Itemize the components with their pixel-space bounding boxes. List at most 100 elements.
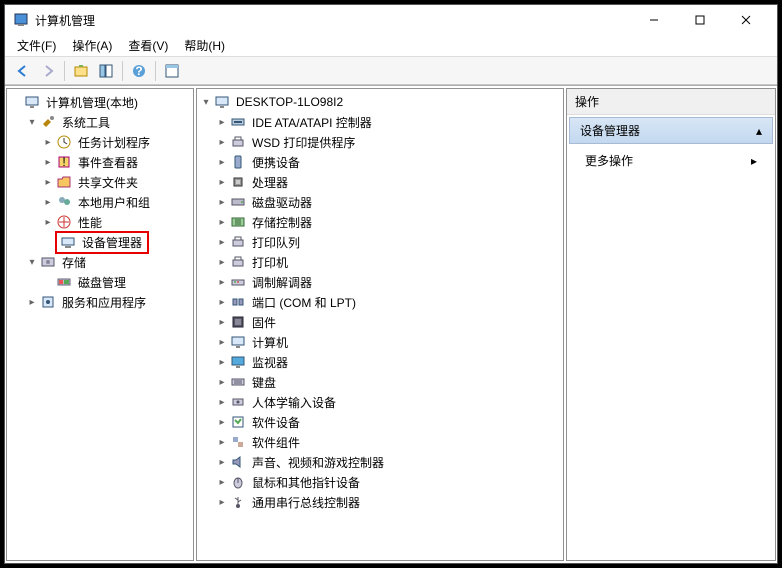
expander-icon[interactable]: ▸: [41, 215, 55, 229]
close-button[interactable]: [723, 5, 769, 35]
device-category-label: 通用串行总线控制器: [249, 493, 363, 512]
device-category[interactable]: ▸人体学输入设备: [199, 392, 561, 412]
tree-item-label: 任务计划程序: [75, 133, 153, 152]
expander-icon[interactable]: ▸: [215, 235, 229, 249]
expander-icon[interactable]: ▸: [215, 215, 229, 229]
collapse-icon[interactable]: ▴: [756, 124, 762, 138]
expander-icon[interactable]: ▸: [215, 175, 229, 189]
expander-icon[interactable]: ▸: [215, 155, 229, 169]
expander-icon[interactable]: ▸: [41, 135, 55, 149]
expander-icon[interactable]: ▸: [215, 335, 229, 349]
tree-item-performance[interactable]: ▸ 性能: [9, 212, 191, 232]
device-category[interactable]: ▸ 通用串行总线控制器: [199, 492, 561, 512]
expander-icon[interactable]: ▸: [41, 195, 55, 209]
device-category[interactable]: ▸ 调制解调器: [199, 272, 561, 292]
device-category[interactable]: ▸ 处理器: [199, 172, 561, 192]
expander-icon[interactable]: ▸: [215, 295, 229, 309]
device-category[interactable]: ▸打印队列: [199, 232, 561, 252]
expander-icon[interactable]: ▸: [215, 255, 229, 269]
content-area: 计算机管理(本地) ▾ 系统工具 ▸ 任务计划程序 ▸ ! 事件查看器: [5, 85, 777, 563]
device-category[interactable]: ▸打印机: [199, 252, 561, 272]
expander-icon[interactable]: ▸: [215, 395, 229, 409]
tree-item-local-users[interactable]: ▸ 本地用户和组: [9, 192, 191, 212]
menubar: 文件(F) 操作(A) 查看(V) 帮助(H): [5, 35, 777, 57]
menu-help[interactable]: 帮助(H): [176, 35, 233, 56]
menu-view[interactable]: 查看(V): [120, 35, 176, 56]
clock-icon: [56, 134, 72, 150]
menu-action[interactable]: 操作(A): [64, 35, 120, 56]
print-queue-icon: [230, 234, 246, 250]
expander-icon[interactable]: ▸: [215, 455, 229, 469]
expander-icon[interactable]: ▸: [41, 175, 55, 189]
firmware-icon: [230, 314, 246, 330]
tree-item-disk-management[interactable]: 磁盘管理: [9, 272, 191, 292]
device-category-label: 计算机: [249, 333, 291, 352]
device-category-label: 处理器: [249, 173, 291, 192]
device-category[interactable]: ▸磁盘驱动器: [199, 192, 561, 212]
properties-button[interactable]: [160, 59, 184, 83]
expander-icon[interactable]: ▸: [215, 275, 229, 289]
console-tree[interactable]: 计算机管理(本地) ▾ 系统工具 ▸ 任务计划程序 ▸ ! 事件查看器: [6, 88, 194, 561]
tree-root-label: 计算机管理(本地): [43, 93, 141, 112]
toolbar-separator: [122, 61, 123, 81]
tree-group-system-tools[interactable]: ▾ 系统工具: [9, 112, 191, 132]
toolbar-separator: [155, 61, 156, 81]
expander-icon[interactable]: ▾: [25, 255, 39, 269]
minimize-button[interactable]: [631, 5, 677, 35]
tree-item-device-manager[interactable]: 设备管理器: [9, 232, 191, 252]
device-root[interactable]: ▾ DESKTOP-1LO98I2: [199, 92, 561, 112]
expander-icon[interactable]: ▸: [215, 375, 229, 389]
device-category[interactable]: ▸声音、视频和游戏控制器: [199, 452, 561, 472]
actions-section-device-manager[interactable]: 设备管理器 ▴: [569, 117, 773, 144]
device-category[interactable]: ▸ 计算机: [199, 332, 561, 352]
tree-group-services[interactable]: ▸ 服务和应用程序: [9, 292, 191, 312]
expander-icon[interactable]: ▸: [215, 495, 229, 509]
tree-group-label: 存储: [59, 253, 89, 272]
back-button[interactable]: [11, 59, 35, 83]
expander-icon[interactable]: ▸: [215, 115, 229, 129]
actions-more[interactable]: 更多操作 ▸: [567, 146, 775, 175]
expander-icon[interactable]: ▸: [215, 195, 229, 209]
expander-icon[interactable]: ▾: [25, 115, 39, 129]
device-category-label: 调制解调器: [249, 273, 315, 292]
expander-icon[interactable]: ▸: [41, 155, 55, 169]
tree-root[interactable]: 计算机管理(本地): [9, 92, 191, 112]
expander-icon[interactable]: ▾: [199, 95, 213, 109]
maximize-button[interactable]: [677, 5, 723, 35]
expander-icon[interactable]: ▸: [215, 435, 229, 449]
expander-icon[interactable]: ▸: [215, 355, 229, 369]
expander-icon[interactable]: ▸: [215, 475, 229, 489]
device-root-label: DESKTOP-1LO98I2: [233, 94, 346, 110]
device-category[interactable]: ▸软件组件: [199, 432, 561, 452]
device-category-label: 鼠标和其他指针设备: [249, 473, 363, 492]
device-mgr-icon: [60, 234, 76, 250]
actions-header: 操作: [567, 89, 775, 115]
tree-item-task-scheduler[interactable]: ▸ 任务计划程序: [9, 132, 191, 152]
keyboard-icon: [230, 374, 246, 390]
device-category[interactable]: ▸ 鼠标和其他指针设备: [199, 472, 561, 492]
device-category[interactable]: ▸便携设备: [199, 152, 561, 172]
expander-icon[interactable]: ▸: [215, 315, 229, 329]
device-category[interactable]: ▸固件: [199, 312, 561, 332]
ide-icon: [230, 114, 246, 130]
forward-button[interactable]: [36, 59, 60, 83]
up-button[interactable]: [69, 59, 93, 83]
device-category[interactable]: ▸端口 (COM 和 LPT): [199, 292, 561, 312]
device-category[interactable]: ▸存储控制器: [199, 212, 561, 232]
expander-icon[interactable]: ▸: [215, 135, 229, 149]
tree-item-shared-folders[interactable]: ▸ 共享文件夹: [9, 172, 191, 192]
device-category[interactable]: ▸IDE ATA/ATAPI 控制器: [199, 112, 561, 132]
device-tree[interactable]: ▾ DESKTOP-1LO98I2 ▸IDE ATA/ATAPI 控制器▸WSD…: [196, 88, 564, 561]
device-category[interactable]: ▸键盘: [199, 372, 561, 392]
device-category[interactable]: ▸WSD 打印提供程序: [199, 132, 561, 152]
expander-icon[interactable]: ▸: [215, 415, 229, 429]
services-icon: [40, 294, 56, 310]
help-button[interactable]: ?: [127, 59, 151, 83]
device-category[interactable]: ▸软件设备: [199, 412, 561, 432]
menu-file[interactable]: 文件(F): [9, 35, 64, 56]
tree-item-event-viewer[interactable]: ▸ ! 事件查看器: [9, 152, 191, 172]
show-hide-tree-button[interactable]: [94, 59, 118, 83]
expander-icon[interactable]: ▸: [25, 295, 39, 309]
tree-group-storage[interactable]: ▾ 存储: [9, 252, 191, 272]
device-category[interactable]: ▸监视器: [199, 352, 561, 372]
